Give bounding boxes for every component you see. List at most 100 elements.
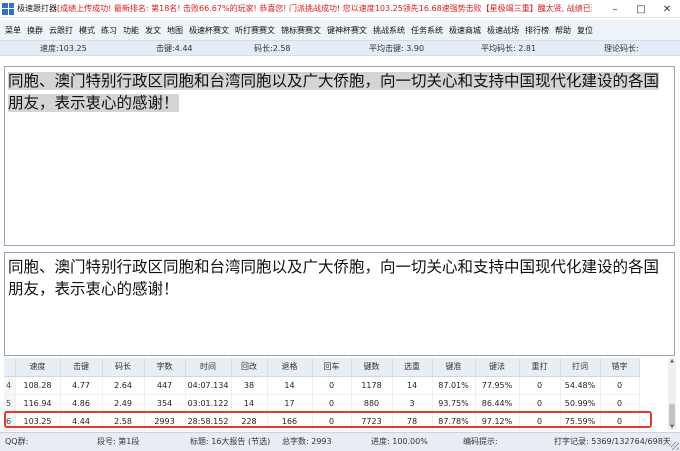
cell-backspace-fix: 228 bbox=[231, 412, 268, 431]
app-title: 极速跟打器 bbox=[17, 4, 57, 13]
status-total-words: 总字数: 2993 bbox=[282, 437, 332, 446]
cell-key-accuracy: 93.75% bbox=[432, 394, 476, 413]
column-header-backspace-fix[interactable]: 回改 bbox=[231, 358, 268, 377]
cell-backspace-fix: 38 bbox=[231, 376, 268, 395]
cell-key-method: 97.12% bbox=[475, 412, 520, 431]
column-header-word-typing[interactable]: 打词 bbox=[560, 358, 601, 377]
status-typing-record: 打字记录: 5369/132764/698天 bbox=[554, 437, 671, 446]
cell-typos: 0 bbox=[600, 376, 640, 395]
cell-backspace-fix: 14 bbox=[231, 394, 268, 413]
menu-item-practice[interactable]: 练习 bbox=[101, 25, 117, 36]
column-header-word-count[interactable]: 字数 bbox=[144, 358, 186, 377]
menu-item-mode[interactable]: 模式 bbox=[79, 25, 95, 36]
cell-keystroke: 4.77 bbox=[60, 376, 103, 395]
cell-word-count: 354 bbox=[144, 394, 186, 413]
results-scrollbar[interactable]: ▲ ▼ bbox=[668, 358, 676, 430]
menu-item-challenge-system[interactable]: 挑战系统 bbox=[373, 25, 405, 36]
cell-retype: 0 bbox=[519, 412, 561, 431]
menu-item-championship-text[interactable]: 锦标赛赛文 bbox=[281, 25, 321, 36]
column-header-backspace[interactable]: 退格 bbox=[267, 358, 313, 377]
cell-keystroke: 4.86 bbox=[60, 394, 103, 413]
menu-bar: 菜单 换群 云跟打 模式 练习 功能 发文 地图 极速杯赛文 听打赛赛文 锦标赛… bbox=[0, 20, 680, 40]
cell-enter: 0 bbox=[312, 376, 352, 395]
menu-item-speed-cup-text[interactable]: 极速杯赛文 bbox=[189, 25, 229, 36]
table-header-row: 速度 击键 码长 字数 时间 回改 退格 回车 键数 选重 键准 键法 重打 打… bbox=[4, 358, 640, 377]
column-header-time[interactable]: 时间 bbox=[185, 358, 232, 377]
app-grid-icon bbox=[2, 2, 14, 15]
column-header-code-length[interactable]: 码长 bbox=[102, 358, 145, 377]
column-header-selection[interactable]: 选重 bbox=[392, 358, 433, 377]
scroll-up-arrow-icon[interactable]: ▲ bbox=[668, 358, 676, 364]
table-row[interactable]: 4 108.28 4.77 2.64 447 04:07.134 38 14 0… bbox=[4, 376, 640, 395]
column-header-speed[interactable]: 速度 bbox=[15, 358, 61, 377]
scrollbar-thumb[interactable] bbox=[669, 404, 675, 426]
cell-backspace: 17 bbox=[267, 394, 313, 413]
menu-item-reset[interactable]: 复位 bbox=[577, 25, 593, 36]
row-index: 4 bbox=[4, 376, 16, 395]
menu-item-keygod-cup-text[interactable]: 键神杯赛文 bbox=[327, 25, 367, 36]
source-text-panel: 同胞、澳门特别行政区同胞和台湾同胞以及广大侨胞，向一切关心和支持中国现代化建设的… bbox=[4, 66, 675, 246]
menu-item-task-system[interactable]: 任务系统 bbox=[411, 25, 443, 36]
resize-grip-icon[interactable] bbox=[671, 442, 679, 450]
menu-item-menu[interactable]: 菜单 bbox=[5, 25, 21, 36]
menu-item-leaderboard[interactable]: 排行榜 bbox=[525, 25, 549, 36]
stat-speed: 速度:103.25 bbox=[40, 44, 87, 53]
menu-item-speed-battlefield[interactable]: 极速战场 bbox=[487, 25, 519, 36]
cell-word-typing: 50.99% bbox=[560, 394, 601, 413]
cell-selection: 78 bbox=[392, 412, 433, 431]
menu-item-switch-group[interactable]: 换群 bbox=[27, 25, 43, 36]
table-row-current[interactable]: 6 103.25 4.44 2.58 2993 28:58.152 228 16… bbox=[4, 412, 640, 431]
menu-item-help[interactable]: 帮助 bbox=[555, 25, 571, 36]
cell-word-count: 447 bbox=[144, 376, 186, 395]
column-header-enter[interactable]: 回车 bbox=[312, 358, 352, 377]
column-header bbox=[4, 358, 16, 377]
cell-key-count: 880 bbox=[351, 394, 393, 413]
scrolling-notice: [成绩上传成功! 最新排名: 第18名! 击败66.67%的玩家! 恭喜您! 门… bbox=[57, 4, 592, 13]
status-segment: 段号: 第1段 bbox=[97, 437, 140, 446]
stat-keystroke: 击键:4.44 bbox=[156, 44, 193, 53]
stat-theory-code-length: 理论码长: bbox=[604, 44, 639, 53]
column-header-retype[interactable]: 重打 bbox=[519, 358, 561, 377]
cell-key-count: 1178 bbox=[351, 376, 393, 395]
minimize-button[interactable]: – bbox=[602, 0, 628, 18]
column-header-key-method[interactable]: 键法 bbox=[475, 358, 520, 377]
typed-text[interactable]: 同胞、澳门特别行政区同胞和台湾同胞以及广大侨胞，向一切关心和支持中国现代化建设的… bbox=[5, 253, 674, 303]
status-code-hint: 编码提示: bbox=[463, 437, 498, 446]
close-button[interactable]: ✕ bbox=[654, 0, 680, 18]
menu-item-functions[interactable]: 功能 bbox=[123, 25, 139, 36]
status-title: 标题: 16大报告 (节选) bbox=[190, 437, 271, 446]
column-header-key-count[interactable]: 键数 bbox=[351, 358, 393, 377]
title-bar: 极速跟打器 [成绩上传成功! 最新排名: 第18名! 击败66.67%的玩家! … bbox=[0, 0, 680, 18]
column-header-typos[interactable]: 错字 bbox=[600, 358, 640, 377]
source-text: 同胞、澳门特别行政区同胞和台湾同胞以及广大侨胞，向一切关心和支持中国现代化建设的… bbox=[8, 72, 660, 112]
stat-code-length: 码长:2.58 bbox=[254, 44, 291, 53]
typing-input-area[interactable]: 同胞、澳门特别行政区同胞和台湾同胞以及广大侨胞，向一切关心和支持中国现代化建设的… bbox=[4, 252, 675, 356]
cell-word-count: 2993 bbox=[144, 412, 186, 431]
results-grid: 速度 击键 码长 字数 时间 回改 退格 回车 键数 选重 键准 键法 重打 打… bbox=[4, 358, 640, 431]
stat-avg-code-length: 平均码长: 2.81 bbox=[481, 44, 537, 53]
status-progress: 进度: 100.00% bbox=[371, 437, 428, 446]
menu-item-map[interactable]: 地图 bbox=[167, 25, 183, 36]
cell-enter: 0 bbox=[312, 394, 352, 413]
cell-code-length: 2.58 bbox=[102, 412, 145, 431]
stats-bar: 速度:103.25 击键:4.44 码长:2.58 平均击键: 3.90 平均码… bbox=[0, 40, 680, 56]
status-qq-group: QQ群: bbox=[5, 437, 29, 446]
menu-item-speed-mall[interactable]: 极速商城 bbox=[449, 25, 481, 36]
cell-key-method: 86.44% bbox=[475, 394, 520, 413]
menu-item-listening-match-text[interactable]: 听打赛赛文 bbox=[235, 25, 275, 36]
scroll-down-arrow-icon[interactable]: ▼ bbox=[668, 424, 676, 430]
cell-speed: 103.25 bbox=[15, 412, 61, 431]
cell-time: 28:58.152 bbox=[185, 412, 232, 431]
column-header-key-accuracy[interactable]: 键准 bbox=[432, 358, 476, 377]
cell-key-count: 7723 bbox=[351, 412, 393, 431]
cell-key-method: 77.95% bbox=[475, 376, 520, 395]
menu-item-cloud-typing[interactable]: 云跟打 bbox=[49, 25, 73, 36]
menu-item-send-text[interactable]: 发文 bbox=[145, 25, 161, 36]
cell-backspace: 14 bbox=[267, 376, 313, 395]
maximize-button[interactable]: □ bbox=[628, 0, 654, 18]
window-controls: – □ ✕ bbox=[602, 0, 680, 18]
row-index: 6 bbox=[4, 412, 16, 431]
column-header-keystroke[interactable]: 击键 bbox=[60, 358, 103, 377]
cell-time: 04:07.134 bbox=[185, 376, 232, 395]
table-row[interactable]: 5 116.94 4.86 2.49 354 03:01.122 14 17 0… bbox=[4, 394, 640, 413]
